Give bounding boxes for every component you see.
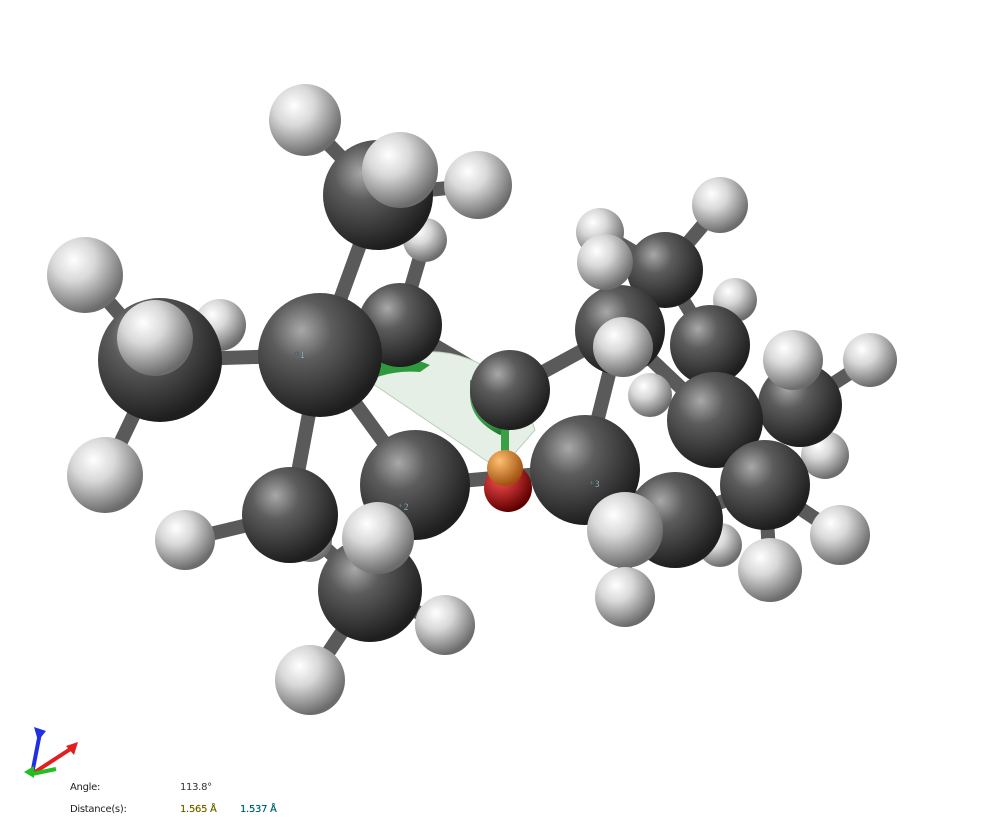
molecule-3d-viewer[interactable]: *1 *2 *3 (0, 0, 1003, 823)
hydrogen-atom (47, 237, 123, 313)
carbon-atom (242, 467, 338, 563)
atom-label-3: *3 (589, 480, 600, 490)
carbon-atom (470, 350, 550, 430)
hydrogen-atom (738, 538, 802, 602)
carbon-atom (720, 440, 810, 530)
angle-value: 113.8° (180, 782, 212, 793)
axis-triad-icon (24, 727, 78, 778)
hydrogen-atom (362, 132, 438, 208)
hydrogen-atom (595, 567, 655, 627)
hydrogen-atom (269, 84, 341, 156)
orange-marker (487, 450, 523, 486)
distance-label: Distance(s): (70, 804, 127, 815)
hydrogen-atom (843, 333, 897, 387)
atom-label-1: *1 (294, 351, 305, 361)
distance-value-2: 1.537 Å (240, 804, 277, 815)
hydrogen-atom (155, 510, 215, 570)
hydrogen-atom (628, 373, 672, 417)
angle-label: Angle: (70, 782, 101, 793)
hydrogen-atom (67, 437, 143, 513)
distance-value-1: 1.565 Å (180, 804, 217, 815)
hydrogen-atom (275, 645, 345, 715)
carbon-atom (258, 293, 382, 417)
hydrogen-atom (587, 492, 663, 568)
hydrogen-atom (117, 300, 193, 376)
measurement-panel: Angle: 113.8° Distance(s): 1.565 Å 1.537… (70, 782, 330, 822)
hydrogen-atom (593, 317, 653, 377)
hydrogen-atom (810, 505, 870, 565)
hydrogen-atom (692, 177, 748, 233)
hydrogen-atom (577, 234, 633, 290)
hydrogen-atom (415, 595, 475, 655)
hydrogen-atom (444, 151, 512, 219)
hydrogen-atom (763, 330, 823, 390)
atom-label-2: *2 (398, 503, 409, 513)
